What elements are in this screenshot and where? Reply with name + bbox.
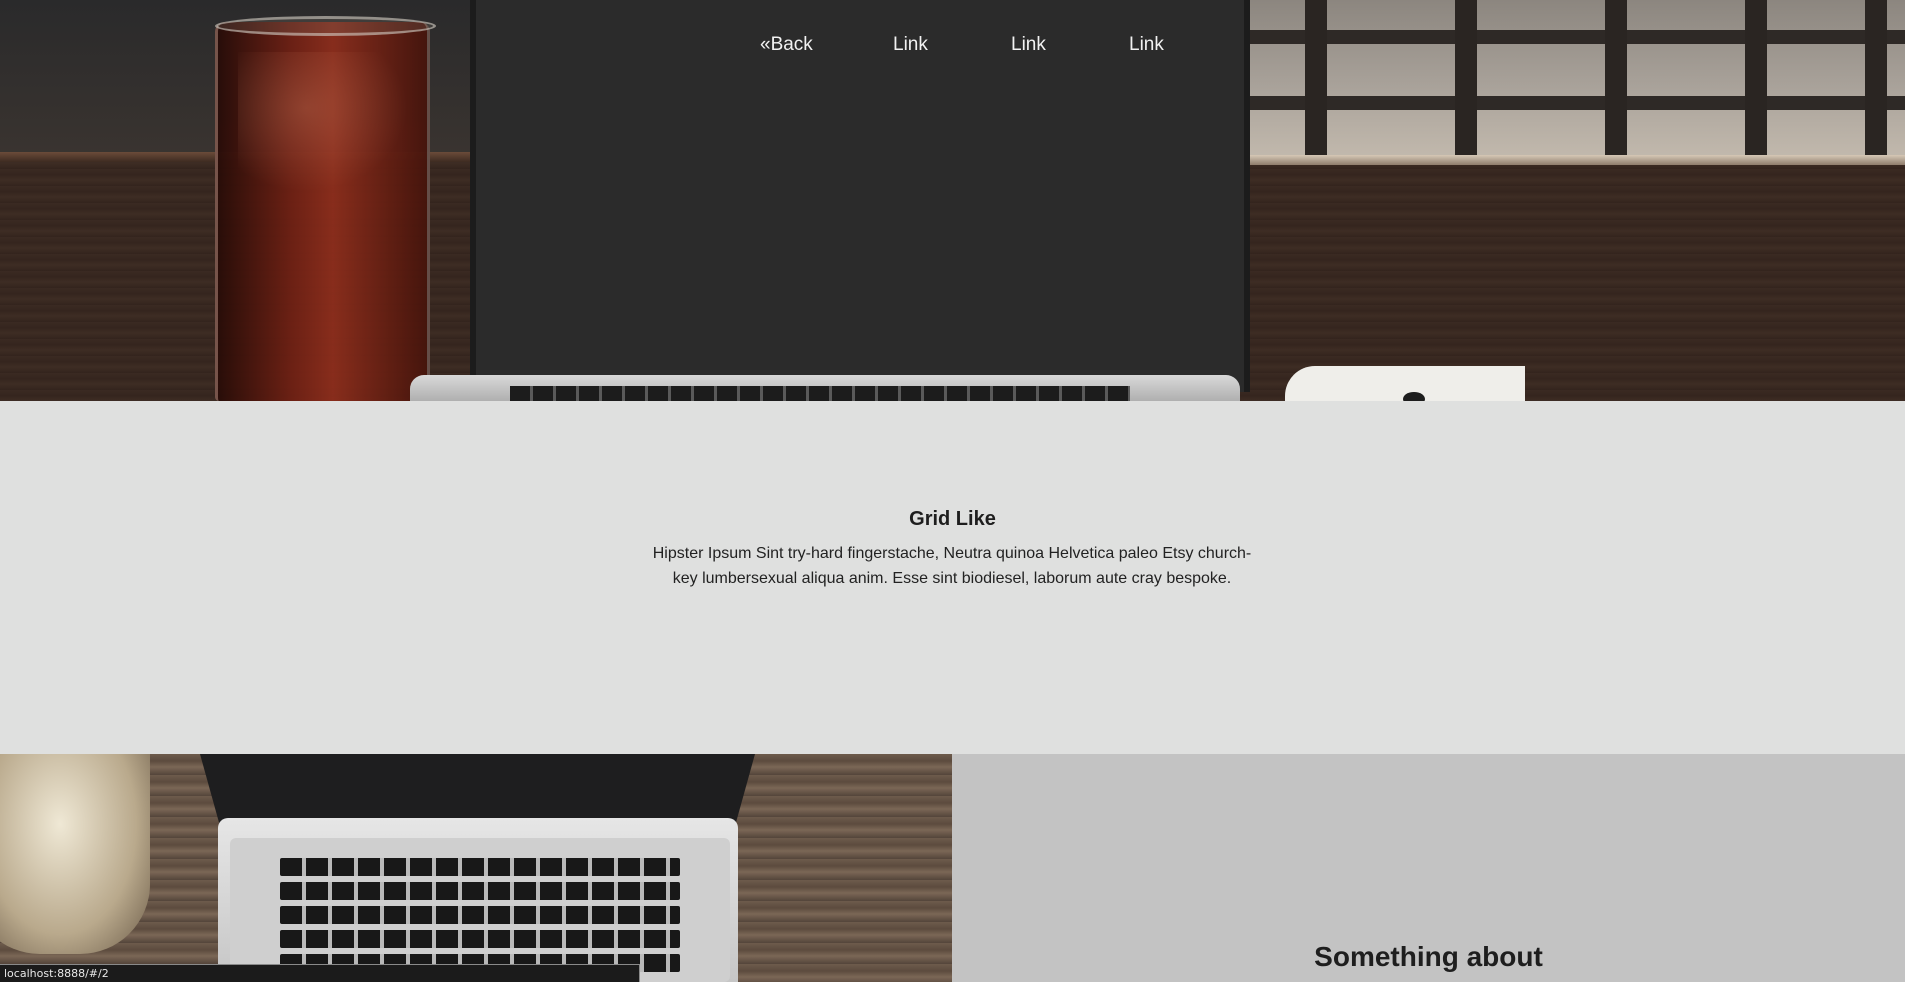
intro-section: Grid Like Hipster Ipsum Sint try-hard fi… bbox=[0, 401, 1905, 754]
laptop-photo-tile bbox=[0, 754, 952, 982]
intro-text: Hipster Ipsum Sint try-hard fingerstache… bbox=[652, 545, 1252, 587]
nav-link-2[interactable]: Link bbox=[1011, 34, 1046, 56]
window-rail bbox=[1245, 96, 1905, 110]
keyboard-row bbox=[280, 858, 680, 876]
nav-link-1[interactable]: Link bbox=[893, 34, 928, 56]
window-ledge bbox=[1245, 155, 1905, 165]
nav-link-3[interactable]: Link bbox=[1129, 34, 1164, 56]
hero-banner: «Back Link Link Link bbox=[0, 0, 1905, 401]
keyboard-row bbox=[280, 930, 680, 948]
coffee-cup bbox=[0, 754, 150, 954]
text-tile: Something about bbox=[952, 754, 1905, 982]
link-status-bar: localhost:8888/#/2 bbox=[0, 964, 640, 982]
keyboard-row bbox=[280, 906, 680, 924]
laptop-keys bbox=[510, 386, 1130, 401]
keyboard-row bbox=[280, 882, 680, 900]
nav-back-link[interactable]: «Back bbox=[760, 34, 813, 56]
notebook-dot bbox=[1403, 392, 1425, 401]
status-url: localhost:8888/#/2 bbox=[4, 967, 109, 980]
top-nav: «Back Link Link Link bbox=[0, 0, 1905, 90]
tile-title: Something about bbox=[1314, 941, 1543, 972]
intro-title: Grid Like bbox=[909, 508, 996, 530]
